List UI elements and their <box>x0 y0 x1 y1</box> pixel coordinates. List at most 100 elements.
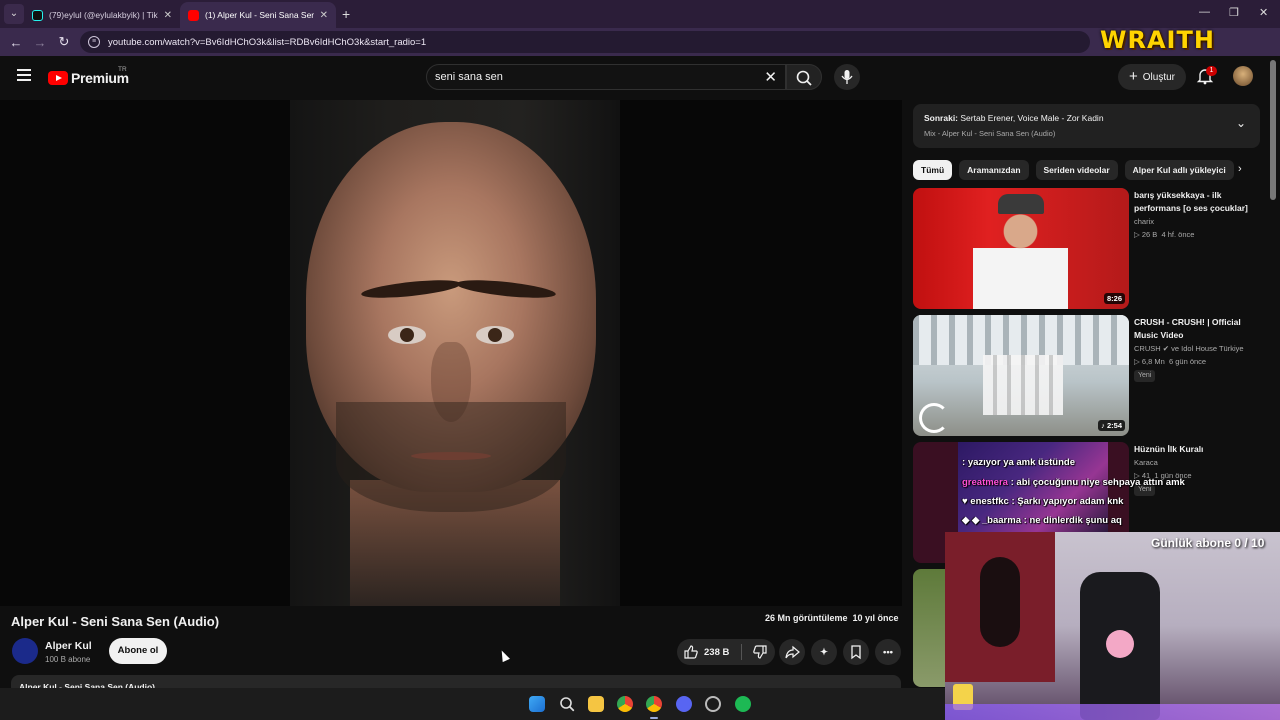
account-avatar[interactable] <box>1233 66 1253 86</box>
up-next-prefix: Sonraki: <box>924 113 959 123</box>
video-thumbnail[interactable] <box>913 569 945 687</box>
tab-tiktok[interactable]: (79)eylul (@eylulakbyik) | TikTok ✕ <box>24 2 180 28</box>
subscribe-button[interactable]: Abone ol <box>109 638 167 664</box>
create-button[interactable]: + Oluştur <box>1118 64 1186 90</box>
video-thumbnail[interactable]: 8:26 <box>913 188 1129 309</box>
video-meta: ▷ 6,8 Mn 6 gün önce <box>1134 357 1207 366</box>
voice-search-button[interactable] <box>834 64 860 90</box>
wraith-overlay-logo: WRAITH <box>1100 26 1215 54</box>
like-count: 238 B <box>704 646 730 658</box>
reload-icon[interactable]: ↻ <box>52 34 76 50</box>
search-icon <box>796 70 812 86</box>
discord-icon[interactable] <box>676 696 692 712</box>
search-value: seni sana sen <box>435 71 503 83</box>
menu-icon[interactable] <box>17 69 31 81</box>
duration: ♪ 2:54 <box>1098 420 1125 431</box>
channel-avatar[interactable] <box>12 638 38 664</box>
chrome-icon[interactable] <box>617 696 633 712</box>
video-title: CRUSH - CRUSH! | Official Music Video <box>1134 317 1241 340</box>
video-frame <box>290 100 620 606</box>
up-next-title: Sertab Erener, Voice Male - Zor Kadin <box>960 113 1104 123</box>
tab-search-icon[interactable]: ⌄ <box>4 4 24 24</box>
tab-youtube[interactable]: (1) Alper Kul - Seni Sana Sen ✕ <box>180 2 336 28</box>
windows-taskbar <box>0 688 945 720</box>
bookmark-icon <box>851 645 861 660</box>
clear-icon[interactable]: ✕ <box>764 68 777 86</box>
up-next-mix: Mix - Alper Kul - Seni Sana Sen (Audio) <box>924 129 1056 138</box>
new-tab-button[interactable]: + <box>342 6 350 22</box>
chip-all[interactable]: Tümü <box>913 160 953 180</box>
up-next-label: Sonraki: Sertab Erener, Voice Male - Zor… <box>924 113 1104 123</box>
restore-icon[interactable]: ❐ <box>1229 6 1239 19</box>
dislike-icon[interactable] <box>752 644 768 660</box>
recommendation-item[interactable]: ♪ 2:54 CRUSH - CRUSH! | Official Music V… <box>913 315 1260 437</box>
chevron-down-icon[interactable]: ⌄ <box>1236 116 1246 130</box>
share-icon <box>785 645 800 659</box>
youtube-logo[interactable]: Premium <box>48 70 129 86</box>
browser-tab-bar: ⌄ (79)eylul (@eylulakbyik) | TikTok ✕ (1… <box>0 0 1280 28</box>
scrollbar[interactable] <box>1270 60 1276 200</box>
webcam-overlay <box>945 532 1280 720</box>
like-icon[interactable] <box>683 644 699 660</box>
chat-message: ♥ enestfkc : Şarkı yapıyor adam knk <box>962 496 1124 507</box>
more-icon: ••• <box>883 646 893 658</box>
ask-button[interactable]: ✦ <box>811 639 837 665</box>
close-window-icon[interactable]: ✕ <box>1259 6 1268 19</box>
more-actions-button[interactable]: ••• <box>875 639 901 665</box>
notification-badge: 1 <box>1206 66 1217 76</box>
site-info-icon[interactable]: ≡ <box>88 36 100 48</box>
minimize-icon[interactable]: — <box>1199 6 1210 18</box>
video-title: Alper Kul - Seni Sana Sen (Audio) <box>11 614 220 629</box>
tab-title: (79)eylul (@eylulakbyik) | TikTok <box>49 10 158 20</box>
chrome-active-icon[interactable] <box>646 696 662 712</box>
share-button[interactable] <box>779 639 805 665</box>
search-button[interactable] <box>786 64 822 90</box>
taskbar-search-icon[interactable] <box>559 696 575 712</box>
view-count: 26 Mn görüntüleme 10 yıl önce <box>765 613 899 623</box>
spotify-icon[interactable] <box>735 696 751 712</box>
url-text: youtube.com/watch?v=Bv6IdHChO3k&list=RDB… <box>108 36 427 48</box>
chevron-right-icon[interactable]: › <box>1238 163 1242 175</box>
video-title: barış yüksekkaya - ilk performans [o ses… <box>1134 190 1248 213</box>
url-field[interactable]: ≡ youtube.com/watch?v=Bv6IdHChO3k&list=R… <box>80 31 1090 53</box>
views: 26 Mn görüntüleme <box>765 613 848 623</box>
channel-name: charix <box>1134 217 1155 226</box>
close-icon[interactable]: ✕ <box>164 10 172 21</box>
video-meta: ▷ 26 B 4 hf. önce <box>1134 230 1195 239</box>
chip-from-search[interactable]: Aramanızdan <box>959 160 1029 180</box>
obs-icon[interactable] <box>705 696 721 712</box>
youtube-header: Premium TR seni sana sen ✕ + Oluştur 1 <box>0 56 1280 100</box>
tab-title: (1) Alper Kul - Seni Sana Sen <box>205 10 314 20</box>
search-input[interactable]: seni sana sen ✕ <box>426 64 786 90</box>
duration: 8:26 <box>1103 293 1125 304</box>
new-badge: Yeni <box>1134 370 1156 382</box>
video-thumbnail[interactable]: ♪ 2:54 <box>913 315 1129 436</box>
create-label: Oluştur <box>1142 71 1175 83</box>
channel-name: CRUSH ✔ ve Idol House Türkiye <box>1134 344 1244 353</box>
chip-series[interactable]: Seriden videolar <box>1035 160 1118 180</box>
channel-name[interactable]: Alper Kul <box>45 640 92 652</box>
file-explorer-icon[interactable] <box>588 696 604 712</box>
chip-uploader[interactable]: Alper Kul adlı yükleyici <box>1124 160 1234 180</box>
back-icon[interactable]: ← <box>4 35 28 50</box>
address-bar: ← → ↻ ≡ youtube.com/watch?v=Bv6IdHChO3k&… <box>0 28 1280 76</box>
plus-icon: + <box>1129 68 1138 85</box>
mouse-cursor-icon <box>498 648 510 663</box>
up-next-card[interactable]: Sonraki: Sertab Erener, Voice Male - Zor… <box>913 104 1260 148</box>
windows-start-icon[interactable] <box>529 696 545 712</box>
chat-message: ◆ ◆ _baarma : ne dinlerdik şunu aq <box>962 515 1122 526</box>
like-dislike-group: 238 B <box>677 639 775 665</box>
save-button[interactable] <box>843 639 869 665</box>
close-icon[interactable]: ✕ <box>320 10 328 21</box>
forward-icon[interactable]: → <box>28 35 52 50</box>
stream-chat-overlay: : yazıyor ya amk üstünde greatmera : abi… <box>958 442 1188 532</box>
video-player[interactable] <box>0 100 902 606</box>
chat-message: greatmera : abi çocuğunu niye sehpaya at… <box>962 477 1185 488</box>
subscriber-count: 100 B abone <box>45 655 91 664</box>
recommendation-item[interactable]: 8:26 barış yüksekkaya - ilk performans [… <box>913 188 1260 310</box>
chat-message: : yazıyor ya amk üstünde <box>962 457 1075 468</box>
country-code: TR <box>118 66 127 73</box>
upload-age: 10 yıl önce <box>852 613 899 623</box>
microphone-icon <box>841 70 853 84</box>
sparkle-icon: ✦ <box>820 646 828 658</box>
